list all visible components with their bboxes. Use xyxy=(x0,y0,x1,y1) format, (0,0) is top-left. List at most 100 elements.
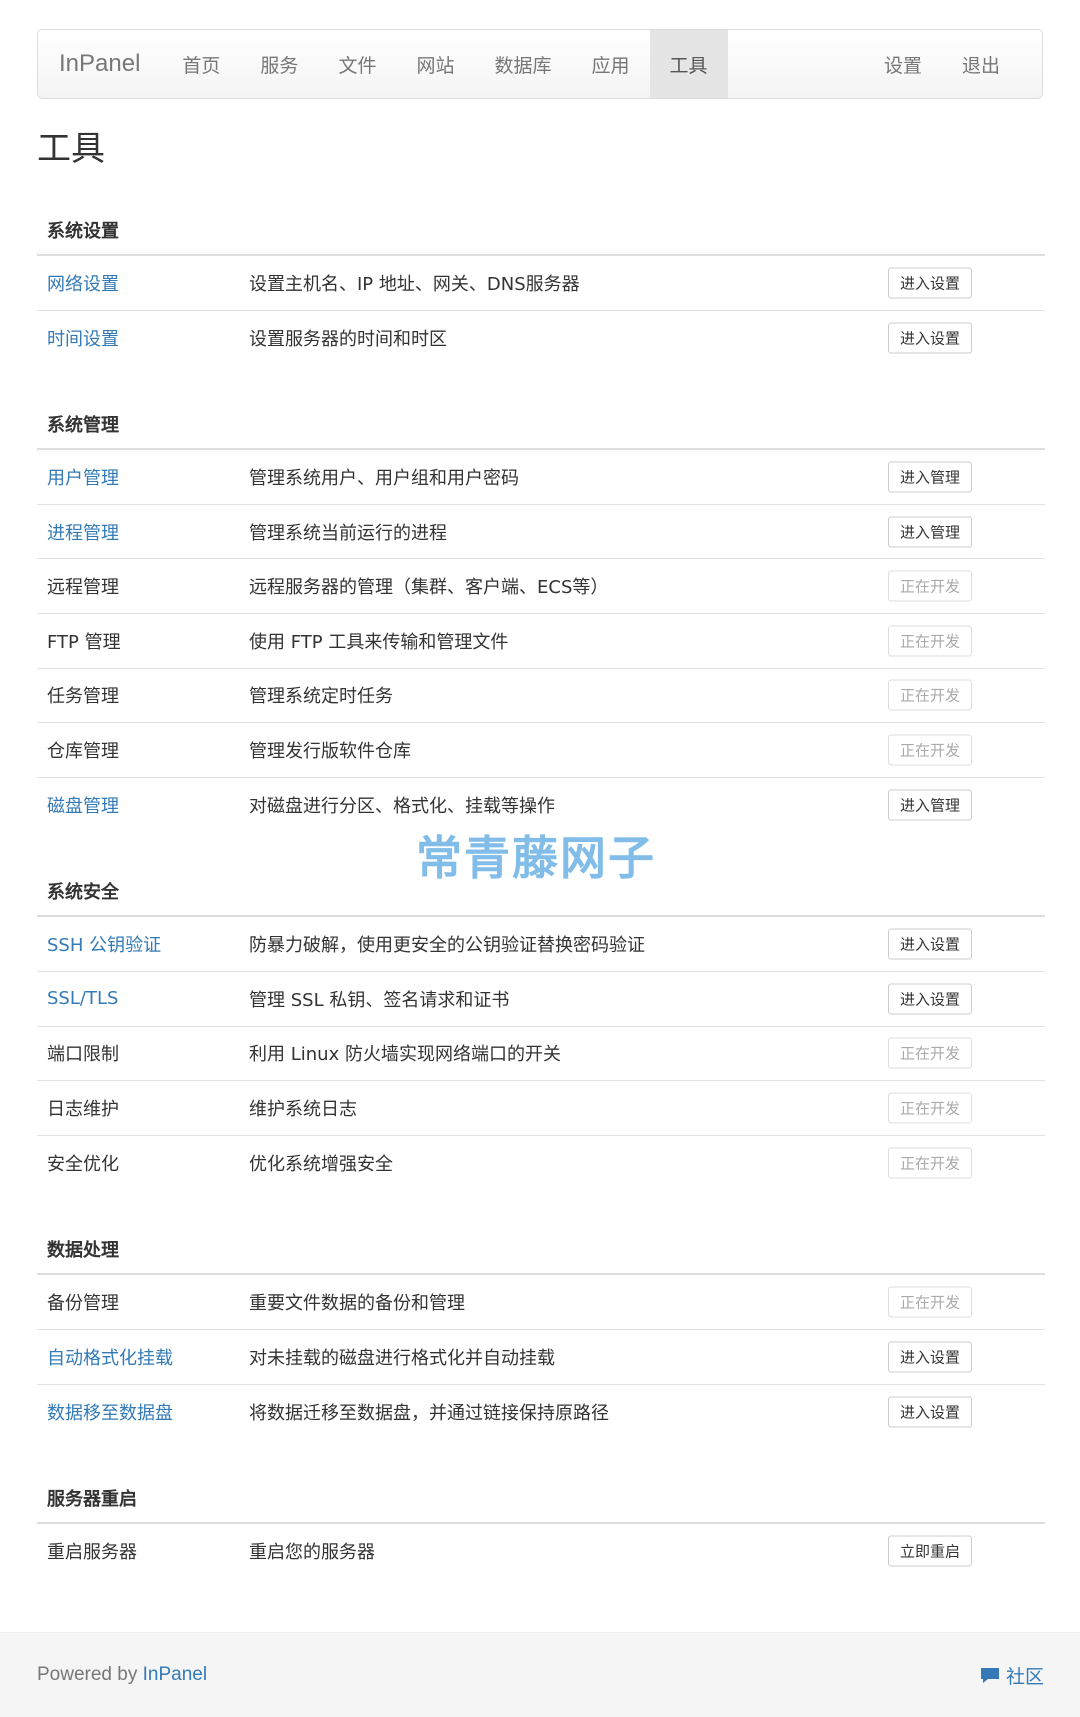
tool-in-development-button: 正在开发 xyxy=(888,734,972,766)
tool-row: 用户管理 管理系统用户、用户组和用户密码 进入管理 xyxy=(37,450,1045,505)
tool-action-button[interactable]: 进入设置 xyxy=(888,983,972,1015)
tool-description: 重要文件数据的备份和管理 xyxy=(249,1293,465,1315)
tool-in-development-button: 正在开发 xyxy=(888,1092,972,1124)
tool-in-development-button: 正在开发 xyxy=(888,1147,972,1179)
tool-name-link[interactable]: 数据移至数据盘 xyxy=(47,1399,173,1425)
footer: Powered by InPanel 社区 xyxy=(0,1632,1080,1717)
tool-description: 将数据迁移至数据盘，并通过链接保持原路径 xyxy=(249,1402,609,1424)
tool-name: 仓库管理 xyxy=(47,740,119,762)
tool-in-development-button: 正在开发 xyxy=(888,1037,972,1069)
tool-section: 数据处理备份管理 重要文件数据的备份和管理 正在开发自动格式化挂载 对未挂载的磁盘进行… xyxy=(37,1224,1045,1439)
tool-name-link[interactable]: 自动格式化挂载 xyxy=(47,1344,173,1370)
nav-item-tools[interactable]: 工具 xyxy=(649,30,728,98)
top-navbar: InPanel 首页 服务 文件 网站 数据库 应用 工具 设置 退出 xyxy=(37,29,1043,99)
tool-description: 管理系统用户、用户组和用户密码 xyxy=(249,467,519,489)
footer-powered-by: Powered by InPanel xyxy=(37,1664,207,1686)
tool-in-development-button: 正在开发 xyxy=(888,1286,972,1318)
tool-section: 服务器重启重启服务器 重启您的服务器 立即重启 xyxy=(37,1473,1045,1579)
nav-right-menu: 设置 退出 xyxy=(864,30,1020,98)
section-title: 系统管理 xyxy=(37,399,1045,451)
tool-row: 安全优化 优化系统增强安全 正在开发 xyxy=(37,1136,1045,1191)
tool-row: FTP 管理 使用 FTP 工具来传输和管理文件 正在开发 xyxy=(37,614,1045,669)
tool-row: 数据移至数据盘 将数据迁移至数据盘，并通过链接保持原路径 进入设置 xyxy=(37,1385,1045,1440)
tool-name-link[interactable]: SSH 公钥验证 xyxy=(47,931,161,957)
tool-action-button[interactable]: 进入设置 xyxy=(888,1341,972,1373)
tool-name: FTP 管理 xyxy=(47,631,121,653)
tool-row: 自动格式化挂载 对未挂载的磁盘进行格式化并自动挂载 进入设置 xyxy=(37,1330,1045,1385)
tool-description: 管理系统当前运行的进程 xyxy=(249,522,447,544)
section-title: 数据处理 xyxy=(37,1224,1045,1276)
tool-action-button[interactable]: 进入设置 xyxy=(888,322,972,354)
chat-bubble-icon xyxy=(980,1667,999,1683)
brand-logo[interactable]: InPanel xyxy=(38,50,162,78)
section-title: 服务器重启 xyxy=(37,1473,1045,1525)
nav-item-settings[interactable]: 设置 xyxy=(864,30,942,98)
nav-item-logout[interactable]: 退出 xyxy=(942,30,1020,98)
tool-description: 管理 SSL 私钥、签名请求和证书 xyxy=(249,989,510,1011)
nav-item-database[interactable]: 数据库 xyxy=(474,30,571,98)
tool-name-link[interactable]: 网络设置 xyxy=(47,270,119,296)
nav-item-file[interactable]: 文件 xyxy=(318,30,396,98)
tool-action-button[interactable]: 进入管理 xyxy=(888,516,972,548)
tool-row: 进程管理 管理系统当前运行的进程 进入管理 xyxy=(37,505,1045,560)
tool-name: 远程管理 xyxy=(47,577,119,599)
tool-description: 维护系统日志 xyxy=(249,1098,357,1120)
tool-name: 备份管理 xyxy=(47,1293,119,1315)
tool-name-link[interactable]: SSL/TLS xyxy=(47,988,118,1009)
tool-row: 重启服务器 重启您的服务器 立即重启 xyxy=(37,1524,1045,1579)
nav-item-service[interactable]: 服务 xyxy=(240,30,318,98)
tool-row: 时间设置 设置服务器的时间和时区 进入设置 xyxy=(37,311,1045,366)
nav-left-menu: 首页 服务 文件 网站 数据库 应用 工具 xyxy=(162,30,728,98)
tool-description: 设置主机名、IP 地址、网关、DNS服务器 xyxy=(249,273,580,295)
tool-description: 防暴力破解，使用更安全的公钥验证替换密码验证 xyxy=(249,935,645,957)
tools-content: 系统设置 网络设置 设置主机名、IP 地址、网关、DNS服务器 进入设置 时间设置 设置服… xyxy=(37,205,1045,1613)
tool-description: 对未挂载的磁盘进行格式化并自动挂载 xyxy=(249,1347,555,1369)
tool-name: 任务管理 xyxy=(47,686,119,708)
tool-description: 重启您的服务器 xyxy=(249,1542,375,1564)
tool-row: 任务管理 管理系统定时任务 正在开发 xyxy=(37,669,1045,724)
tool-description: 对磁盘进行分区、格式化、挂载等操作 xyxy=(249,796,555,818)
tool-in-development-button: 正在开发 xyxy=(888,625,972,657)
community-link[interactable]: 社区 xyxy=(980,1662,1044,1689)
tool-row: SSL/TLS 管理 SSL 私钥、签名请求和证书 进入设置 xyxy=(37,972,1045,1027)
section-title: 系统设置 xyxy=(37,205,1045,256)
tool-row: 网络设置 设置主机名、IP 地址、网关、DNS服务器 进入设置 xyxy=(37,256,1045,311)
tool-section: 系统安全 SSH 公钥验证 防暴力破解，使用更安全的公钥验证替换密码验证 进入设置 SS… xyxy=(37,866,1045,1190)
tool-name-link[interactable]: 时间设置 xyxy=(47,325,119,351)
tool-in-development-button: 正在开发 xyxy=(888,570,972,602)
tool-row: SSH 公钥验证 防暴力破解，使用更安全的公钥验证替换密码验证 进入设置 xyxy=(37,917,1045,972)
tool-row: 备份管理 重要文件数据的备份和管理 正在开发 xyxy=(37,1275,1045,1330)
tool-action-button[interactable]: 进入管理 xyxy=(888,461,972,493)
tool-name: 日志维护 xyxy=(47,1098,119,1120)
tool-action-button[interactable]: 进入设置 xyxy=(888,1396,972,1428)
powered-by-text: Powered by xyxy=(37,1664,143,1685)
tool-description: 管理发行版软件仓库 xyxy=(249,740,411,762)
page-title: 工具 xyxy=(37,129,105,169)
tool-in-development-button: 正在开发 xyxy=(888,679,972,711)
tool-name: 端口限制 xyxy=(47,1044,119,1066)
tool-row: 仓库管理 管理发行版软件仓库 正在开发 xyxy=(37,723,1045,778)
watermark: 常青藤网子 xyxy=(416,831,656,885)
tool-description: 优化系统增强安全 xyxy=(249,1154,393,1176)
tool-description: 设置服务器的时间和时区 xyxy=(249,328,447,350)
footer-brand-link[interactable]: InPanel xyxy=(143,1664,207,1685)
tool-row: 端口限制 利用 Linux 防火墙实现网络端口的开关 正在开发 xyxy=(37,1027,1045,1082)
tool-name-link[interactable]: 用户管理 xyxy=(47,464,119,490)
tool-row: 日志维护 维护系统日志 正在开发 xyxy=(37,1081,1045,1136)
tool-description: 使用 FTP 工具来传输和管理文件 xyxy=(249,631,509,653)
tool-description: 远程服务器的管理（集群、客户端、ECS等） xyxy=(249,577,609,599)
tool-action-button[interactable]: 立即重启 xyxy=(888,1535,972,1567)
tool-row: 远程管理 远程服务器的管理（集群、客户端、ECS等） 正在开发 xyxy=(37,559,1045,614)
nav-item-site[interactable]: 网站 xyxy=(396,30,474,98)
tool-action-button[interactable]: 进入设置 xyxy=(888,267,972,299)
nav-item-home[interactable]: 首页 xyxy=(162,30,240,98)
nav-item-app[interactable]: 应用 xyxy=(571,30,649,98)
tool-action-button[interactable]: 进入设置 xyxy=(888,928,972,960)
tool-action-button[interactable]: 进入管理 xyxy=(888,789,972,821)
tool-description: 利用 Linux 防火墙实现网络端口的开关 xyxy=(249,1044,561,1066)
tool-description: 管理系统定时任务 xyxy=(249,686,393,708)
tool-name-link[interactable]: 磁盘管理 xyxy=(47,792,119,818)
tool-name-link[interactable]: 进程管理 xyxy=(47,519,119,545)
tool-name: 重启服务器 xyxy=(47,1542,137,1564)
tool-name: 安全优化 xyxy=(47,1154,119,1176)
